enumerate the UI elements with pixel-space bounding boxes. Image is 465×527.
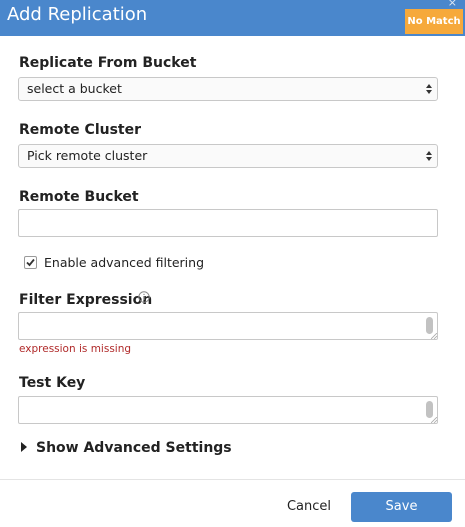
- caret-right-icon: [21, 442, 27, 452]
- test-key-input[interactable]: [18, 396, 438, 424]
- scrollbar-thumb[interactable]: [426, 401, 433, 418]
- from-bucket-select[interactable]: select a bucket: [18, 77, 438, 101]
- resize-handle-icon[interactable]: [431, 417, 437, 423]
- close-icon[interactable]: ×: [448, 0, 457, 9]
- show-advanced-settings-label: Show Advanced Settings: [36, 440, 232, 456]
- from-bucket-select-value: select a bucket: [27, 81, 122, 96]
- dialog-title: Add Replication: [7, 4, 148, 25]
- cancel-button[interactable]: Cancel: [276, 495, 342, 519]
- advanced-filtering-checkbox[interactable]: [24, 256, 37, 269]
- remote-cluster-label: Remote Cluster: [19, 122, 142, 138]
- filter-expression-input[interactable]: [18, 312, 438, 340]
- footer-divider: [0, 479, 465, 480]
- dialog-header: Add Replication ×: [0, 0, 465, 36]
- filter-expression-error: expression is missing: [19, 343, 132, 355]
- test-key-label: Test Key: [19, 375, 86, 391]
- info-circle-icon[interactable]: [138, 291, 150, 303]
- advanced-filtering-label[interactable]: Enable advanced filtering: [44, 255, 204, 270]
- remote-bucket-label: Remote Bucket: [19, 189, 139, 205]
- checkmark-icon: [26, 258, 35, 267]
- remote-cluster-select-value: Pick remote cluster: [27, 148, 148, 163]
- add-replication-dialog: Add Replication × No Match Replicate Fro…: [0, 0, 465, 527]
- save-button[interactable]: Save: [351, 492, 452, 522]
- status-badge: No Match: [405, 9, 463, 34]
- up-down-chevron-icon: [426, 84, 432, 94]
- scrollbar-thumb[interactable]: [426, 317, 433, 334]
- remote-cluster-select[interactable]: Pick remote cluster: [18, 144, 438, 168]
- remote-bucket-input[interactable]: [18, 209, 438, 237]
- up-down-chevron-icon: [426, 151, 432, 161]
- from-bucket-label: Replicate From Bucket: [19, 55, 197, 71]
- resize-handle-icon[interactable]: [431, 333, 437, 339]
- filter-expression-label: Filter Expression: [19, 292, 153, 308]
